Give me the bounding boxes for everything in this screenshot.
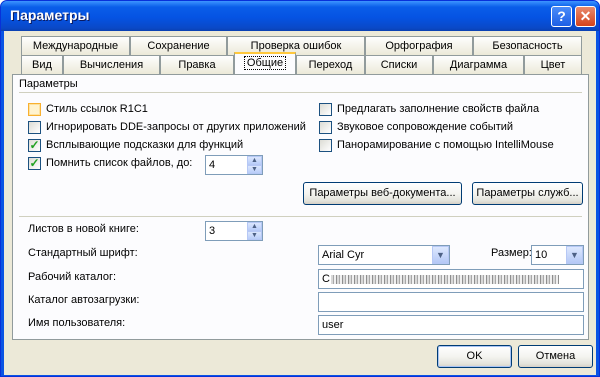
font-label: Стандартный шрифт: <box>28 247 138 259</box>
spinner-buttons: ▲ ▼ <box>247 222 262 240</box>
tab-lists[interactable]: Списки <box>365 55 433 74</box>
workdir-value: C <box>322 273 330 285</box>
group-title: Параметры <box>19 78 78 90</box>
tab-international[interactable]: Международные <box>21 36 130 55</box>
workdir-input[interactable]: C <box>318 269 584 289</box>
tab-view[interactable]: Вид <box>21 55 63 74</box>
tab-calculation[interactable]: Вычисления <box>63 55 160 74</box>
checkbox-box <box>319 139 332 152</box>
r1c1-label: Стиль ссылок R1C1 <box>46 103 148 115</box>
tab-chart[interactable]: Диаграмма <box>433 55 524 74</box>
check-mark-icon: ✓ <box>29 156 40 170</box>
size-label: Размер: <box>491 247 532 259</box>
font-select-value: Arial Cyr <box>322 249 365 261</box>
intellimouse-label: Панорамирование с помощью IntelliMouse <box>337 139 554 151</box>
size-select[interactable]: 10 ▼ <box>531 245 584 265</box>
tab-general[interactable]: Общие <box>234 52 296 74</box>
spin-up-icon[interactable]: ▲ <box>247 222 262 231</box>
workdir-label: Рабочий каталог: <box>28 271 117 283</box>
tab-general-label: Общие <box>243 56 287 70</box>
autoload-input[interactable] <box>318 292 584 312</box>
recent-files-label: Помнить список файлов, до: <box>46 157 193 169</box>
obscured-path <box>330 274 559 284</box>
spinner-buttons: ▲ ▼ <box>247 156 262 174</box>
tab-save[interactable]: Сохранение <box>130 36 227 55</box>
group-divider <box>19 92 582 93</box>
spin-down-icon[interactable]: ▼ <box>247 165 262 174</box>
check-mark-icon: ✓ <box>29 138 40 152</box>
service-options-button[interactable]: Параметры служб... <box>472 182 583 205</box>
checkbox-box <box>28 103 41 116</box>
autoload-label: Каталог автозагрузки: <box>28 294 140 306</box>
checkbox-box: ✓ <box>28 156 41 170</box>
chevron-down-icon[interactable]: ▼ <box>432 246 449 264</box>
title-bar[interactable]: Параметры ? ✕ <box>1 1 599 31</box>
cancel-button[interactable]: Отмена <box>518 345 593 368</box>
sheets-count-spinner[interactable]: 3 ▲ ▼ <box>205 221 263 241</box>
username-label: Имя пользователя: <box>28 317 126 329</box>
spin-up-icon[interactable]: ▲ <box>247 156 262 165</box>
ok-button[interactable]: OK <box>437 345 512 368</box>
sheets-count-value: 3 <box>209 225 216 237</box>
font-select[interactable]: Arial Cyr ▼ <box>318 245 450 265</box>
recent-files-count-spinner[interactable]: 4 ▲ ▼ <box>205 155 263 175</box>
window-title: Параметры <box>10 7 90 23</box>
tab-edit[interactable]: Правка <box>160 55 234 74</box>
tab-panel-general: Параметры Стиль ссылок R1C1 Игнорировать… <box>12 74 589 340</box>
ignore-dde-label: Игнорировать DDE-запросы от других прило… <box>46 121 306 133</box>
checkbox-box: ✓ <box>28 138 41 152</box>
spin-down-icon[interactable]: ▼ <box>247 231 262 240</box>
options-dialog: Параметры ? ✕ Международные Сохранение П… <box>0 0 600 377</box>
help-button[interactable]: ? <box>551 6 572 27</box>
sound-label: Звуковое сопровождение событий <box>337 121 514 133</box>
section-divider <box>19 216 582 217</box>
sheets-label: Листов в новой книге: <box>28 223 139 235</box>
tab-color[interactable]: Цвет <box>524 55 582 74</box>
checkbox-box <box>319 121 332 134</box>
web-options-button[interactable]: Параметры веб-документа... <box>303 182 462 205</box>
dialog-body: Международные Сохранение Проверка ошибок… <box>4 31 596 375</box>
close-button[interactable]: ✕ <box>575 6 596 27</box>
autofill-props-label: Предлагать заполнение свойств файла <box>337 103 540 115</box>
chevron-down-icon[interactable]: ▼ <box>566 246 583 264</box>
tab-transition[interactable]: Переход <box>296 55 365 74</box>
username-input[interactable]: user <box>318 315 584 335</box>
checkbox-box <box>319 103 332 116</box>
checkbox-box <box>28 121 41 134</box>
size-select-value: 10 <box>535 249 548 261</box>
tab-spelling[interactable]: Орфография <box>365 36 473 55</box>
tab-security[interactable]: Безопасность <box>473 36 582 55</box>
recent-files-count-value: 4 <box>209 159 216 171</box>
tooltips-label: Всплывающие подсказки для функций <box>46 139 244 151</box>
